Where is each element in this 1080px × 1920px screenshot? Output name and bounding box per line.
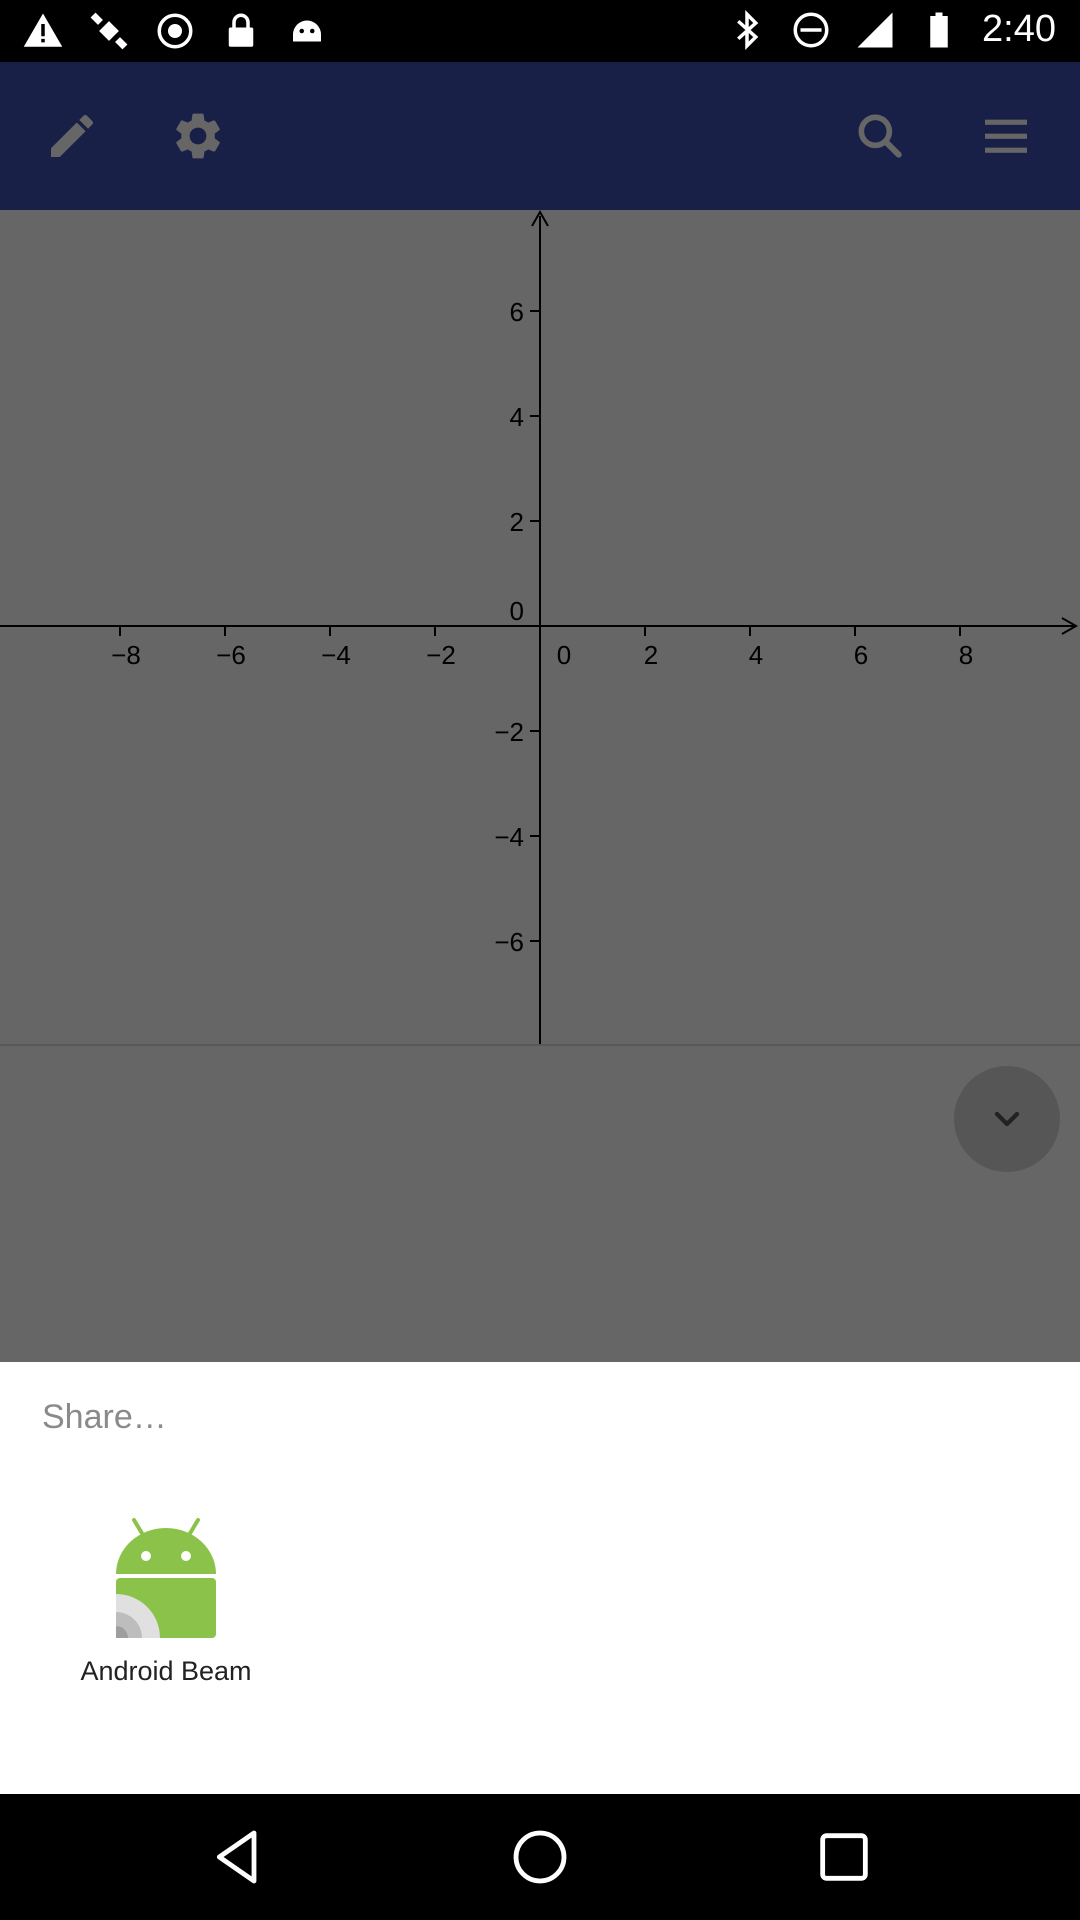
battery-icon bbox=[930, 12, 948, 47]
share-sheet: Share… Android Beam bbox=[0, 1362, 1080, 1794]
sync-icon bbox=[157, 13, 193, 49]
status-clock: 2:40 bbox=[982, 8, 1056, 50]
back-icon[interactable] bbox=[206, 1825, 270, 1889]
share-target-android-beam[interactable]: Android Beam bbox=[60, 1516, 272, 1756]
android-beam-icon bbox=[116, 1518, 216, 1638]
signal-icon bbox=[857, 12, 893, 47]
do-not-disturb-icon bbox=[793, 12, 829, 47]
share-target-label: Android Beam bbox=[80, 1656, 252, 1686]
home-icon[interactable] bbox=[508, 1825, 572, 1889]
fake-gps-satellite-icon bbox=[90, 12, 128, 50]
recents-icon[interactable] bbox=[812, 1825, 876, 1889]
android-debug-icon bbox=[293, 20, 321, 42]
bluetooth-icon bbox=[737, 9, 759, 50]
share-title: Share… bbox=[42, 1398, 167, 1436]
status-bar-right-icons: 2:40 bbox=[726, 8, 1056, 51]
status-bar-left-icons bbox=[22, 10, 328, 52]
dialog-scrim[interactable] bbox=[0, 62, 1080, 1362]
warning-icon bbox=[23, 13, 63, 47]
status-bar: 2:40 bbox=[0, 0, 1080, 62]
navigation-bar bbox=[0, 1794, 1080, 1920]
lock-icon bbox=[228, 13, 254, 47]
